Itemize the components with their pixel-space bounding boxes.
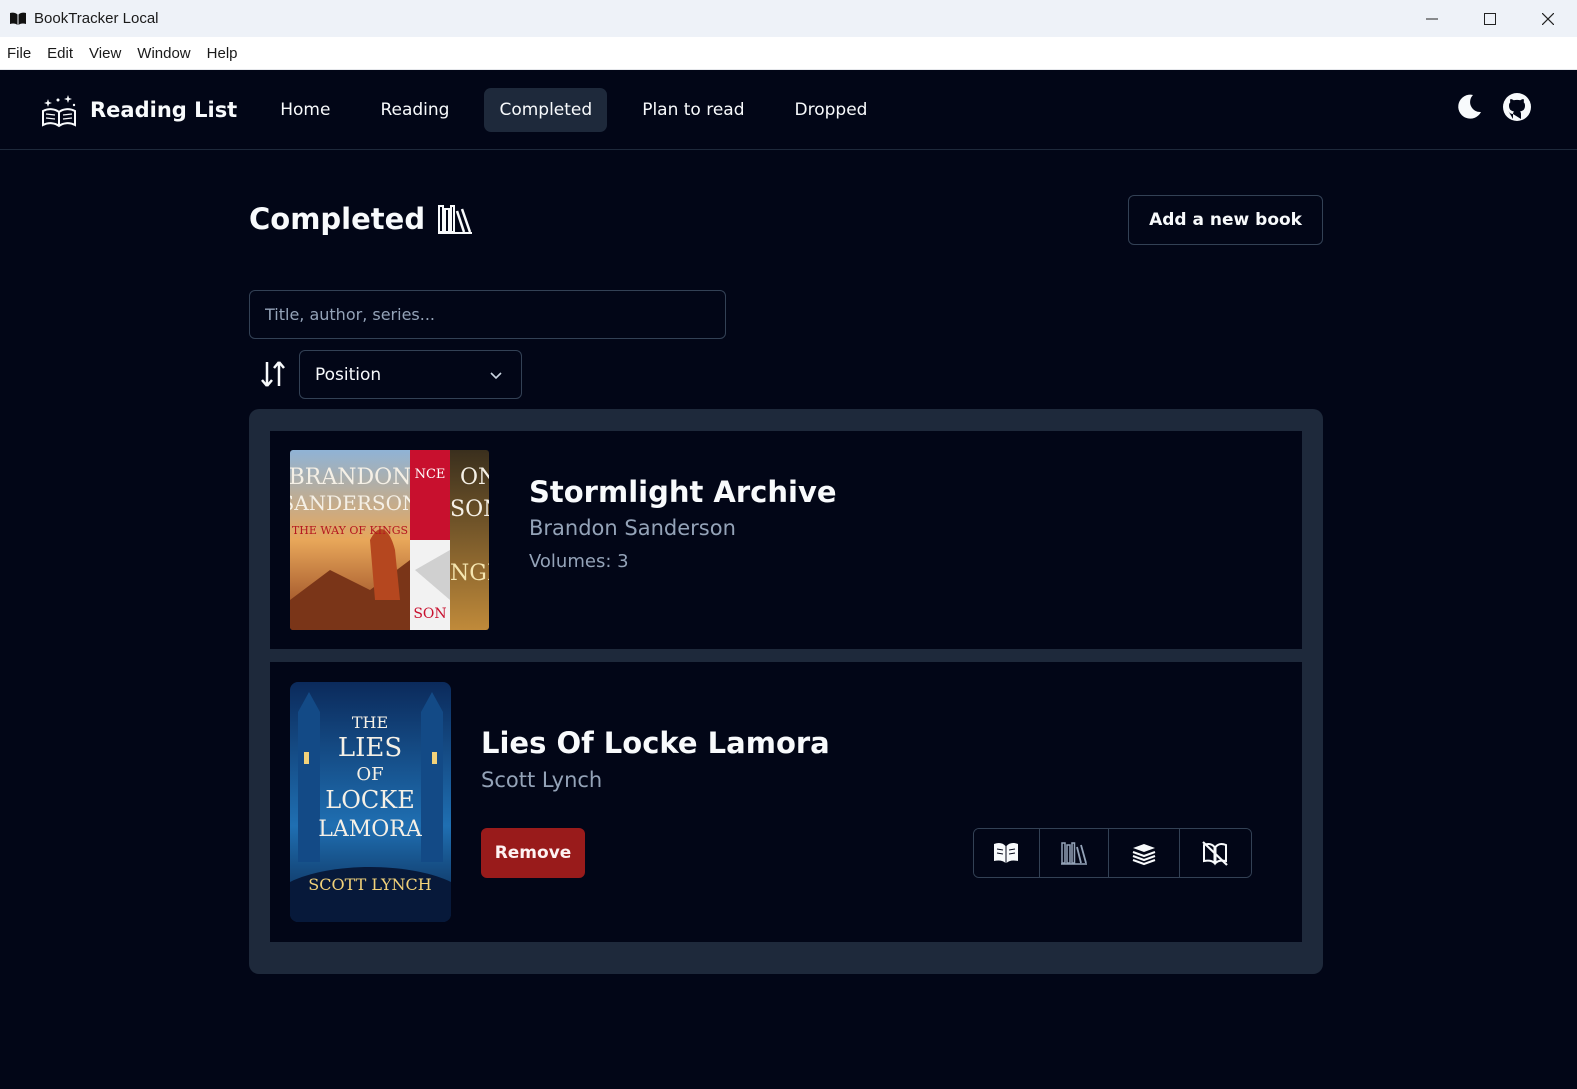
brand[interactable]: Reading List xyxy=(40,91,237,129)
page-title-text: Completed xyxy=(249,202,426,236)
cover-line-2: LIES xyxy=(338,733,402,763)
brand-title: Reading List xyxy=(90,97,238,122)
cover-3-line-2: SON xyxy=(450,497,489,522)
bookshelf-icon xyxy=(438,205,473,234)
book-author: Scott Lynch xyxy=(481,768,603,792)
menu-file[interactable]: File xyxy=(0,45,39,62)
nav-links: Home Reading Completed Plan to read Drop… xyxy=(265,87,902,132)
book-card[interactable]: THE LIES OF LOCKE LAMORA SCOTT LYNCH Lie… xyxy=(270,662,1302,942)
cover-1-line-1: BRANDON xyxy=(290,465,411,490)
menu-help[interactable]: Help xyxy=(199,45,246,62)
nav-completed[interactable]: Completed xyxy=(484,87,608,132)
menu-window[interactable]: Window xyxy=(129,45,198,62)
sort-direction-icon[interactable] xyxy=(259,358,287,390)
plan-to-read-icon xyxy=(1132,844,1156,866)
status-button-group xyxy=(973,828,1252,878)
series-covers-image: BRANDON SANDERSON THE WAY OF KINGS NCE S… xyxy=(290,450,489,630)
minimize-icon xyxy=(1426,18,1438,19)
book-list: BRANDON SANDERSON THE WAY OF KINGS NCE S… xyxy=(249,409,1323,974)
cover-1-line-2: SANDERSON xyxy=(290,491,419,515)
cover-line-5: LAMORA xyxy=(318,817,423,842)
mark-dropped-button[interactable] xyxy=(1179,829,1251,877)
cover-2-line-1: NCE xyxy=(415,467,446,482)
remove-button[interactable]: Remove xyxy=(481,828,585,878)
cover-line-1: THE xyxy=(352,713,388,732)
reading-logo-icon xyxy=(42,94,76,127)
maximize-icon xyxy=(1484,12,1496,25)
moon-icon[interactable] xyxy=(1454,92,1484,122)
cover-line-3: OF xyxy=(356,764,383,785)
mark-reading-button[interactable] xyxy=(974,829,1040,877)
cover-1-line-3: THE WAY OF KINGS xyxy=(292,524,408,537)
sort-select-value: Position xyxy=(315,364,382,385)
page-title: Completed xyxy=(249,202,473,236)
search-input[interactable] xyxy=(249,290,726,339)
menu-bar: File Edit View Window Help xyxy=(0,37,1577,70)
close-icon xyxy=(1542,12,1554,25)
lies-of-locke-lamora-cover-image: THE LIES OF LOCKE LAMORA SCOTT LYNCH xyxy=(290,682,451,922)
book-cover: THE LIES OF LOCKE LAMORA SCOTT LYNCH xyxy=(290,682,451,922)
book-card[interactable]: BRANDON SANDERSON THE WAY OF KINGS NCE S… xyxy=(270,431,1302,649)
window-titlebar: BookTracker Local xyxy=(0,0,1577,37)
nav-home[interactable]: Home xyxy=(265,88,345,132)
cover-3-line-3: NGE xyxy=(450,561,489,586)
cover-line-6: SCOTT LYNCH xyxy=(308,875,431,894)
book-author: Brandon Sanderson xyxy=(529,516,736,540)
mark-plan-to-read-button[interactable] xyxy=(1109,829,1180,877)
cover-2-line-2: SON xyxy=(413,606,446,622)
dropped-icon xyxy=(1202,841,1229,866)
nav-reading[interactable]: Reading xyxy=(365,88,464,132)
mark-completed-button[interactable] xyxy=(1039,829,1110,877)
menu-edit[interactable]: Edit xyxy=(39,45,81,62)
book-icon xyxy=(10,12,26,25)
nav-plan-to-read[interactable]: Plan to read xyxy=(627,88,759,132)
chevron-down-icon xyxy=(490,372,502,380)
sort-select[interactable]: Position xyxy=(299,350,522,399)
menu-view[interactable]: View xyxy=(81,45,129,62)
nav-dropped[interactable]: Dropped xyxy=(780,88,883,132)
app-navbar: Reading List Home Reading Completed Plan… xyxy=(0,70,1577,150)
close-button[interactable] xyxy=(1519,0,1577,37)
maximize-button[interactable] xyxy=(1461,0,1519,37)
completed-icon xyxy=(1060,842,1087,865)
book-title: Stormlight Archive xyxy=(529,475,837,509)
minimize-button[interactable] xyxy=(1403,0,1461,37)
book-cover: BRANDON SANDERSON THE WAY OF KINGS NCE S… xyxy=(290,450,489,630)
window-title: BookTracker Local xyxy=(34,10,159,27)
page-header: Completed Add a new book xyxy=(249,195,1323,245)
cover-line-4: LOCKE xyxy=(325,786,414,814)
book-volumes: Volumes: 3 xyxy=(529,551,629,572)
reading-icon xyxy=(994,842,1019,863)
add-book-button[interactable]: Add a new book xyxy=(1128,195,1323,245)
book-title: Lies Of Locke Lamora xyxy=(481,726,830,760)
cover-3-line-1: ON xyxy=(460,465,489,490)
github-icon[interactable] xyxy=(1502,92,1532,122)
